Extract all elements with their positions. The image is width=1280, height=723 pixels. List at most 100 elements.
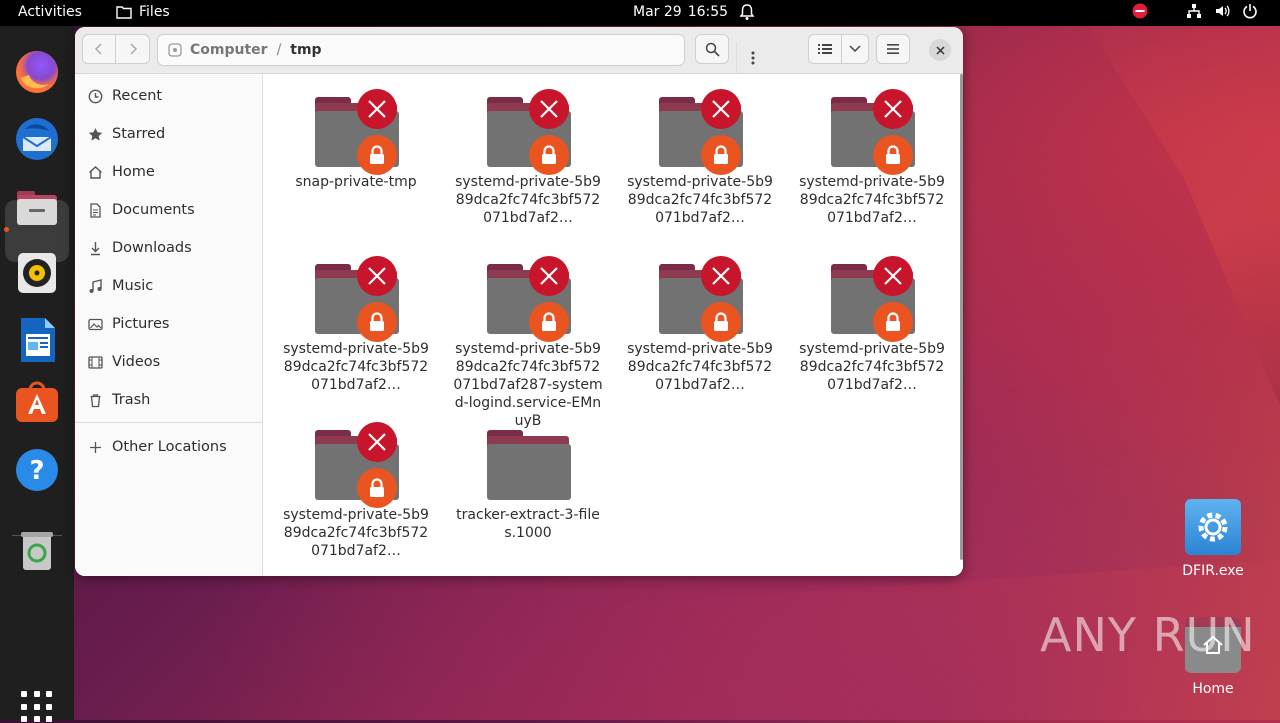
files-window: Computer / tmp Recent Starred Home Docum… — [75, 27, 963, 576]
file-item[interactable]: systemd-private-5b989dca2fc74fc3bf572071… — [453, 89, 603, 227]
file-item[interactable]: systemd-private-5b989dca2fc74fc3bf572071… — [797, 256, 947, 394]
help-icon[interactable]: ? — [13, 446, 61, 494]
sidebar-item-label: Pictures — [112, 316, 170, 332]
file-item[interactable]: systemd-private-5b989dca2fc74fc3bf572071… — [625, 256, 775, 394]
file-name: systemd-private-5b989dca2fc74fc3bf572071… — [799, 341, 945, 393]
file-name: tracker-extract-3-files.1000 — [456, 507, 600, 541]
path-separator: / — [276, 42, 282, 58]
sidebar-item-home[interactable]: Home — [87, 157, 155, 187]
lock-icon — [357, 468, 397, 508]
view-list-button[interactable] — [808, 34, 842, 64]
sidebar-item-label: Videos — [112, 354, 161, 370]
path-current[interactable]: tmp — [290, 42, 321, 58]
desktop-icon-label: DFIR.exe — [1182, 563, 1244, 579]
unreadable-emblem-icon — [357, 256, 397, 296]
path-menu-button[interactable] — [736, 42, 768, 74]
lock-icon — [357, 135, 397, 175]
drive-icon — [168, 43, 182, 57]
desktop-icon-dfir[interactable]: DFIR.exe — [1168, 499, 1258, 579]
sidebar-item-starred[interactable]: Starred — [87, 119, 165, 149]
path-root[interactable]: Computer — [190, 42, 268, 58]
sidebar-item-recent[interactable]: Recent — [87, 81, 162, 111]
folder-icon — [485, 422, 571, 502]
trash-icon[interactable] — [13, 526, 61, 574]
close-icon — [935, 45, 945, 55]
file-item[interactable]: systemd-private-5b989dca2fc74fc3bf572071… — [625, 89, 775, 227]
lock-icon — [529, 135, 569, 175]
file-item[interactable]: tracker-extract-3-files.1000 — [453, 422, 603, 542]
app-menu[interactable]: Files — [116, 4, 170, 20]
file-item[interactable]: snap-private-tmp — [281, 89, 431, 191]
rhythmbox-icon[interactable] — [13, 249, 61, 297]
sidebar-item-videos[interactable]: Videos — [87, 347, 160, 377]
activities-button[interactable]: Activities — [18, 4, 82, 20]
sidebar-item-other-locations[interactable]: Other Locations — [87, 432, 227, 462]
folder-icon — [313, 422, 399, 508]
search-button[interactable] — [695, 34, 729, 64]
forward-button[interactable] — [115, 34, 150, 64]
file-item[interactable]: systemd-private-5b989dca2fc74fc3bf572071… — [281, 422, 431, 560]
folder-icon — [313, 256, 399, 342]
clock-date: Mar 29 — [633, 4, 682, 20]
download-icon — [87, 240, 103, 256]
app-center-icon[interactable] — [13, 378, 61, 426]
file-item[interactable]: systemd-private-5b989dca2fc74fc3bf572071… — [281, 256, 431, 394]
main-menu-button[interactable] — [876, 34, 910, 64]
dock: ? — [0, 26, 74, 723]
scrollbar[interactable] — [960, 74, 963, 560]
sidebar-item-label: Documents — [112, 202, 195, 218]
sidebar-item-pictures[interactable]: Pictures — [87, 309, 169, 339]
firefox-icon[interactable] — [13, 48, 61, 96]
lock-icon — [529, 302, 569, 342]
unreadable-emblem-icon — [873, 89, 913, 129]
unreadable-emblem-icon — [873, 256, 913, 296]
file-name: systemd-private-5b989dca2fc74fc3bf572071… — [453, 341, 603, 429]
chevron-right-icon — [129, 43, 137, 55]
chevron-down-icon — [849, 45, 861, 53]
sidebar-item-documents[interactable]: Documents — [87, 195, 195, 225]
plus-icon — [87, 439, 103, 455]
document-icon — [87, 202, 103, 218]
file-grid: snap-private-tmp systemd-private-5b989dc… — [263, 74, 963, 576]
sidebar-item-trash[interactable]: Trash — [87, 385, 150, 415]
chevron-left-icon — [94, 43, 102, 55]
sidebar-item-label: Recent — [112, 88, 163, 104]
view-options-button[interactable] — [841, 34, 869, 64]
gear-file-icon — [1185, 499, 1241, 555]
unreadable-emblem-icon — [357, 422, 397, 462]
sidebar-item-label: Other Locations — [112, 439, 227, 455]
folder-icon — [485, 89, 571, 175]
volume-icon — [1216, 5, 1230, 17]
folder-icon — [313, 89, 399, 175]
folder-icon — [829, 89, 915, 175]
unreadable-emblem-icon — [701, 256, 741, 296]
file-item[interactable]: systemd-private-5b989dca2fc74fc3bf572071… — [797, 89, 947, 227]
file-name: systemd-private-5b989dca2fc74fc3bf572071… — [455, 174, 601, 226]
folder-icon — [485, 256, 571, 342]
system-tray[interactable] — [1132, 3, 1258, 19]
libreoffice-writer-icon[interactable] — [13, 316, 61, 364]
sidebar-item-music[interactable]: Music — [87, 271, 153, 301]
file-item[interactable]: systemd-private-5b989dca2fc74fc3bf572071… — [453, 256, 603, 430]
picture-icon — [87, 316, 103, 332]
show-apps-grid-icon[interactable] — [21, 691, 53, 723]
vertical-dots-icon — [751, 51, 754, 65]
search-icon — [705, 42, 720, 57]
clock[interactable]: Mar 29 16:55 — [633, 4, 728, 20]
lock-icon — [357, 302, 397, 342]
file-name: systemd-private-5b989dca2fc74fc3bf572071… — [627, 341, 773, 393]
wallpaper-shape — [1088, 26, 1280, 406]
close-button[interactable] — [929, 39, 951, 61]
folder-icon — [657, 89, 743, 175]
back-button[interactable] — [82, 34, 116, 64]
files-icon[interactable] — [13, 183, 61, 231]
list-view-icon — [818, 44, 832, 54]
sidebar-item-downloads[interactable]: Downloads — [87, 233, 192, 263]
path-bar[interactable]: Computer / tmp — [157, 34, 754, 74]
file-name: systemd-private-5b989dca2fc74fc3bf572071… — [283, 341, 429, 393]
lock-icon — [701, 302, 741, 342]
sidebar-item-label: Home — [112, 164, 155, 180]
thunderbird-icon[interactable] — [13, 115, 61, 163]
unreadable-emblem-icon — [701, 89, 741, 129]
notification-bell-icon[interactable] — [738, 3, 756, 21]
